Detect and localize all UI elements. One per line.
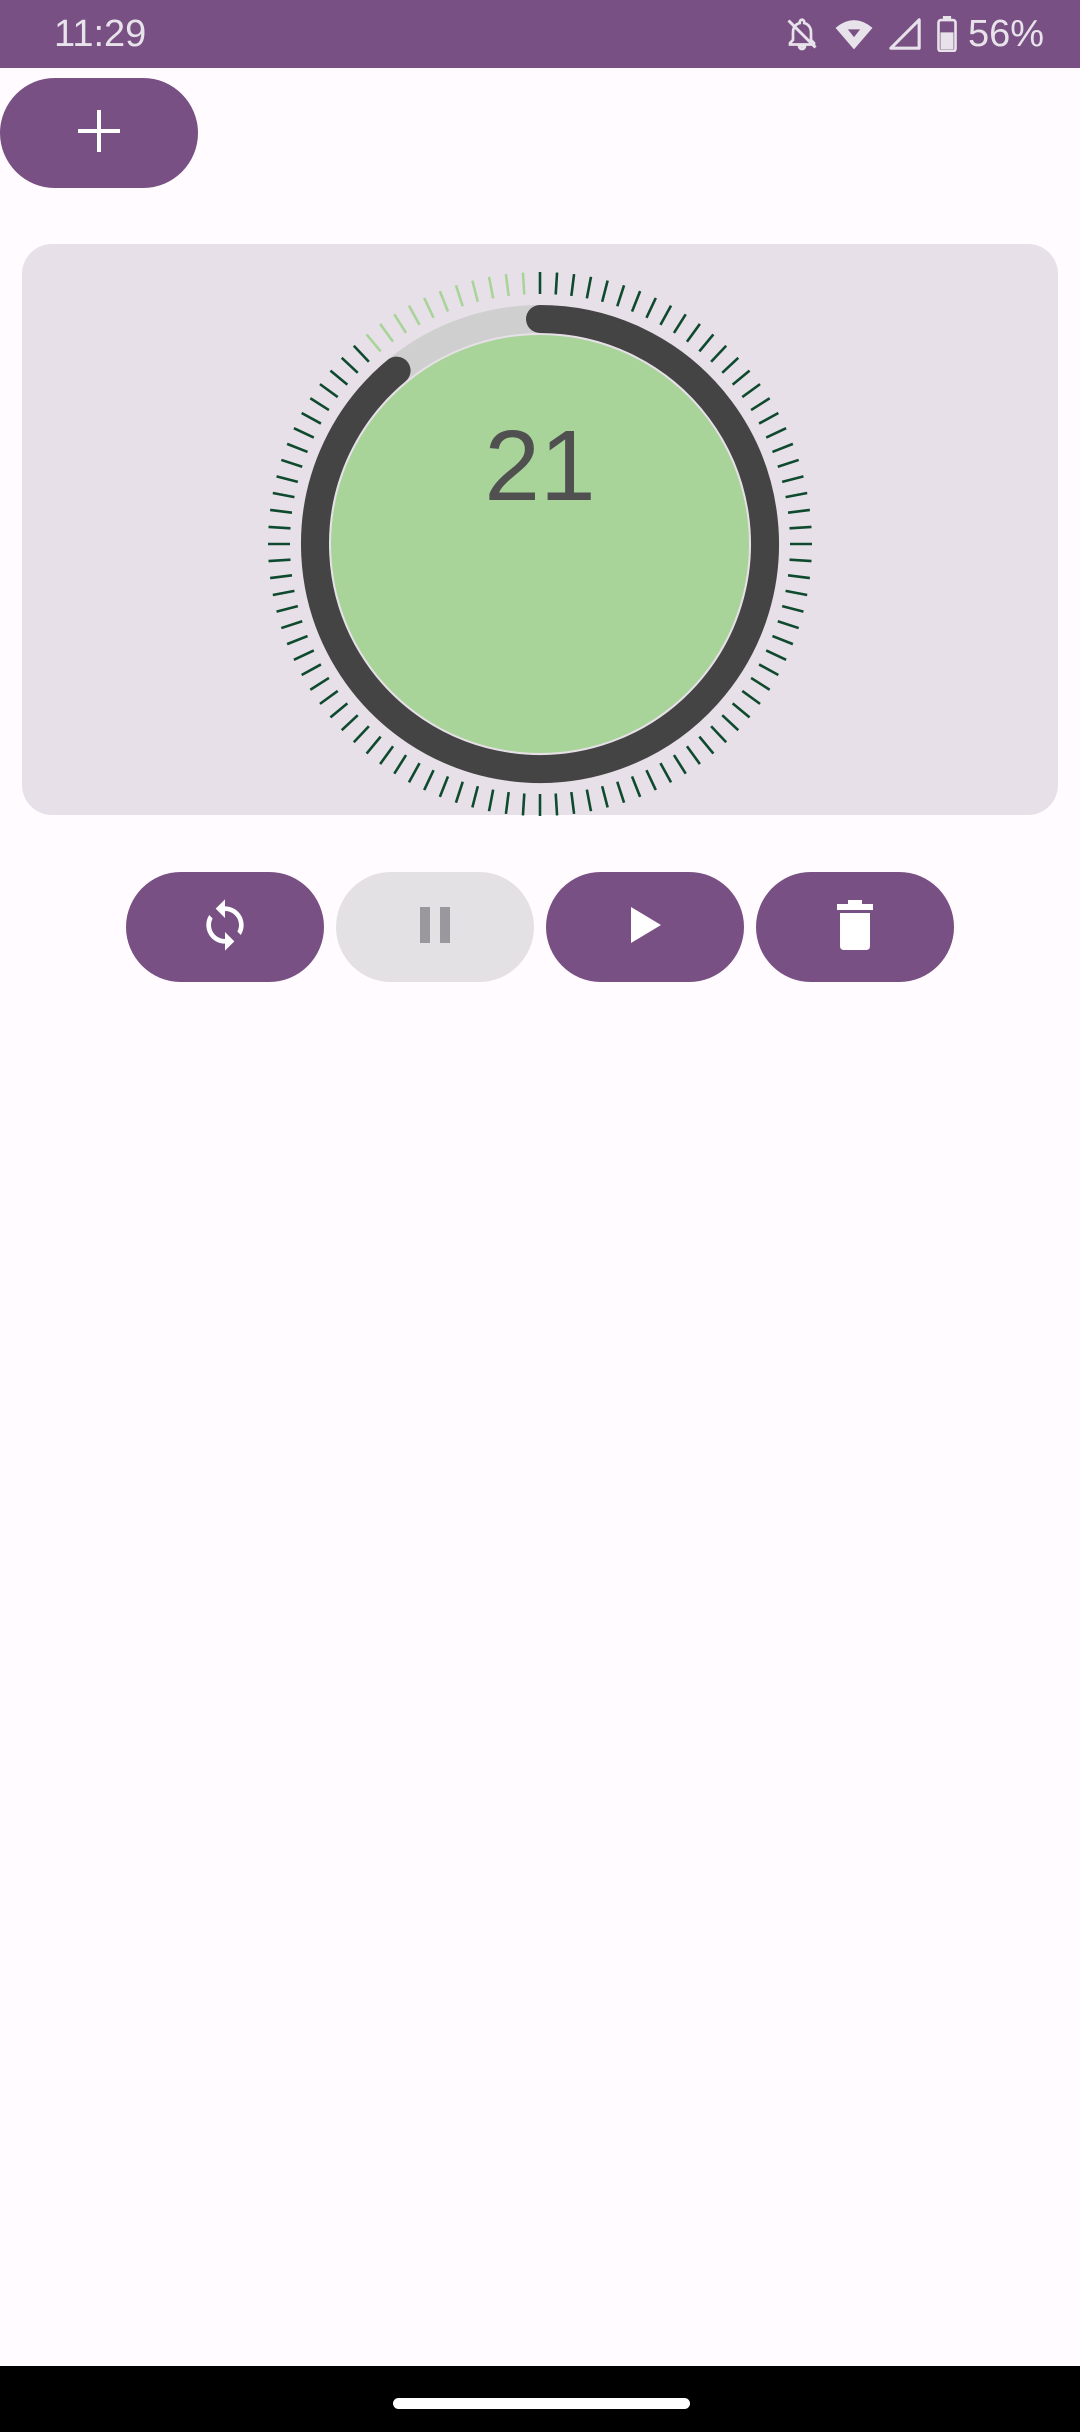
tick-mark bbox=[685, 323, 701, 343]
tick-mark bbox=[471, 280, 480, 303]
tick-mark bbox=[645, 769, 657, 791]
tick-mark bbox=[616, 284, 626, 307]
tick-mark bbox=[276, 604, 299, 613]
timer-value: 21 bbox=[484, 410, 596, 522]
pause-button[interactable] bbox=[336, 872, 534, 982]
tick-mark bbox=[750, 676, 771, 691]
tick-mark bbox=[379, 745, 395, 765]
tick-mark bbox=[379, 323, 395, 343]
tick-mark bbox=[554, 793, 559, 816]
play-icon bbox=[625, 905, 665, 950]
timer-controls bbox=[126, 872, 954, 982]
tick-mark bbox=[765, 649, 787, 661]
tick-mark bbox=[630, 290, 642, 313]
tick-mark bbox=[471, 785, 480, 808]
tick-mark bbox=[454, 781, 464, 804]
tick-mark bbox=[630, 775, 642, 798]
tick-mark bbox=[286, 634, 309, 646]
tick-mark bbox=[731, 702, 751, 719]
tick-mark bbox=[268, 525, 291, 530]
tick-mark bbox=[741, 383, 761, 399]
tick-mark bbox=[487, 276, 495, 299]
tick-mark bbox=[721, 356, 740, 374]
tick-mark bbox=[659, 762, 673, 783]
tick-mark bbox=[787, 574, 811, 580]
tick-mark bbox=[280, 620, 303, 630]
tick-mark bbox=[585, 789, 593, 812]
tick-mark bbox=[570, 273, 576, 297]
tick-mark bbox=[393, 754, 408, 775]
tick-mark bbox=[521, 793, 526, 816]
tick-mark bbox=[672, 754, 687, 775]
tick-mark bbox=[268, 558, 291, 563]
sync-icon bbox=[197, 897, 253, 958]
tick-mark bbox=[365, 333, 382, 353]
tick-mark bbox=[309, 397, 330, 412]
navigation-bar bbox=[0, 2366, 1080, 2432]
trash-icon bbox=[835, 899, 875, 955]
tick-mark bbox=[329, 369, 349, 386]
tick-mark bbox=[741, 689, 761, 705]
tick-mark bbox=[789, 525, 812, 530]
tick-mark bbox=[789, 558, 812, 563]
tick-mark bbox=[393, 313, 408, 334]
tick-mark bbox=[423, 297, 435, 319]
tick-mark bbox=[777, 620, 800, 630]
tick-mark bbox=[319, 383, 339, 399]
tick-mark bbox=[301, 663, 322, 677]
tick-mark bbox=[340, 714, 359, 732]
tick-mark bbox=[319, 689, 339, 705]
tick-mark bbox=[309, 676, 330, 691]
tick-mark bbox=[407, 305, 421, 326]
pause-icon bbox=[415, 905, 455, 950]
tick-mark bbox=[685, 745, 701, 765]
tick-mark bbox=[698, 735, 715, 755]
tick-mark bbox=[438, 775, 450, 798]
tick-mark bbox=[600, 280, 609, 303]
tick-mark bbox=[272, 589, 295, 597]
tick-mark bbox=[785, 589, 808, 597]
tick-mark bbox=[504, 791, 510, 815]
tick-mark bbox=[750, 397, 771, 412]
tick-mark bbox=[771, 634, 794, 646]
tick-mark bbox=[672, 313, 687, 334]
tick-mark bbox=[616, 781, 626, 804]
tick-mark bbox=[454, 284, 464, 307]
tick-mark bbox=[352, 725, 370, 744]
tick-mark bbox=[781, 604, 804, 613]
tick-mark bbox=[710, 344, 728, 363]
tick-mark bbox=[645, 297, 657, 319]
tick-mark bbox=[554, 272, 559, 295]
tick-mark bbox=[710, 725, 728, 744]
restart-button[interactable] bbox=[126, 872, 324, 982]
tick-mark bbox=[340, 356, 359, 374]
tick-mark bbox=[504, 273, 510, 297]
tick-mark bbox=[365, 735, 382, 755]
tick-mark bbox=[698, 333, 715, 353]
tick-mark bbox=[570, 791, 576, 815]
tick-mark bbox=[600, 785, 609, 808]
tick-mark bbox=[521, 272, 526, 295]
tick-mark bbox=[269, 574, 293, 580]
tick-mark bbox=[585, 276, 593, 299]
tick-mark bbox=[731, 369, 751, 386]
home-handle[interactable] bbox=[393, 2398, 690, 2409]
tick-mark bbox=[407, 762, 421, 783]
play-button[interactable] bbox=[546, 872, 744, 982]
tick-mark bbox=[659, 305, 673, 326]
tick-mark bbox=[438, 290, 450, 313]
tick-mark bbox=[352, 344, 370, 363]
tick-mark bbox=[487, 789, 495, 812]
delete-button[interactable] bbox=[756, 872, 954, 982]
tick-mark bbox=[423, 769, 435, 791]
tick-mark bbox=[758, 663, 779, 677]
timer-face bbox=[331, 335, 749, 753]
tick-mark bbox=[293, 649, 315, 661]
tick-mark bbox=[721, 714, 740, 732]
tick-mark bbox=[329, 702, 349, 719]
